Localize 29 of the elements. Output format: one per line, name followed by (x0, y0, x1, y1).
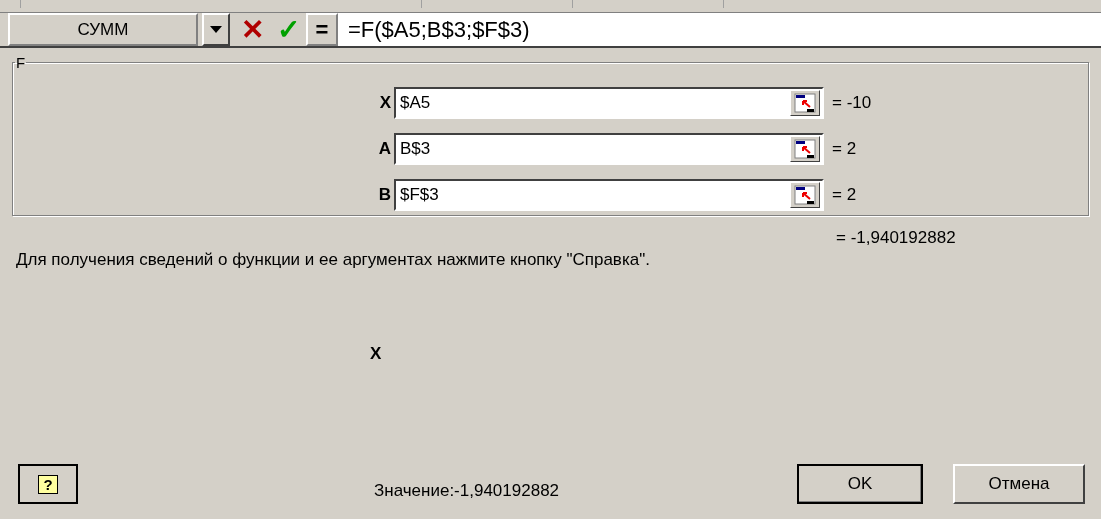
name-box[interactable]: СУММ (8, 13, 198, 46)
argument-label: A (377, 139, 392, 159)
argument-name: X (370, 344, 383, 364)
caret-icon (210, 26, 222, 33)
range-select-button[interactable] (790, 182, 820, 208)
argument-field[interactable]: $F$3 (394, 179, 824, 211)
range-select-icon (794, 93, 816, 113)
formula-field[interactable]: =F($A5;B$3;$F$3) (338, 13, 1101, 46)
argument-label: X (378, 93, 392, 113)
range-select-icon (794, 139, 816, 159)
value-text: Значение:-1,940192882 (374, 481, 561, 501)
cancel-button[interactable]: Отмена (953, 464, 1085, 504)
ok-button[interactable]: OK (797, 464, 923, 504)
argument-label: B (377, 185, 392, 205)
function-result: = -1,940192882 (836, 228, 957, 248)
range-select-button[interactable] (790, 136, 820, 162)
cancel-button[interactable]: ✕ (234, 13, 270, 46)
argument-field[interactable]: B$3 (394, 133, 824, 165)
argument-result: = -10 (832, 93, 872, 113)
range-select-icon (794, 185, 816, 205)
help-button[interactable]: ? (18, 464, 78, 504)
insert-function-button[interactable]: = (306, 13, 338, 46)
dropdown-button[interactable] (202, 13, 230, 46)
argument-field[interactable]: $A5 (394, 87, 824, 119)
description-text: Для получения сведений о функции и ее аргументах нажмите кнопку "Справка". (16, 250, 651, 270)
argument-result: = 2 (832, 139, 857, 159)
argument-result: = 2 (832, 185, 857, 205)
group-title: F (15, 54, 27, 71)
range-select-button[interactable] (790, 90, 820, 116)
